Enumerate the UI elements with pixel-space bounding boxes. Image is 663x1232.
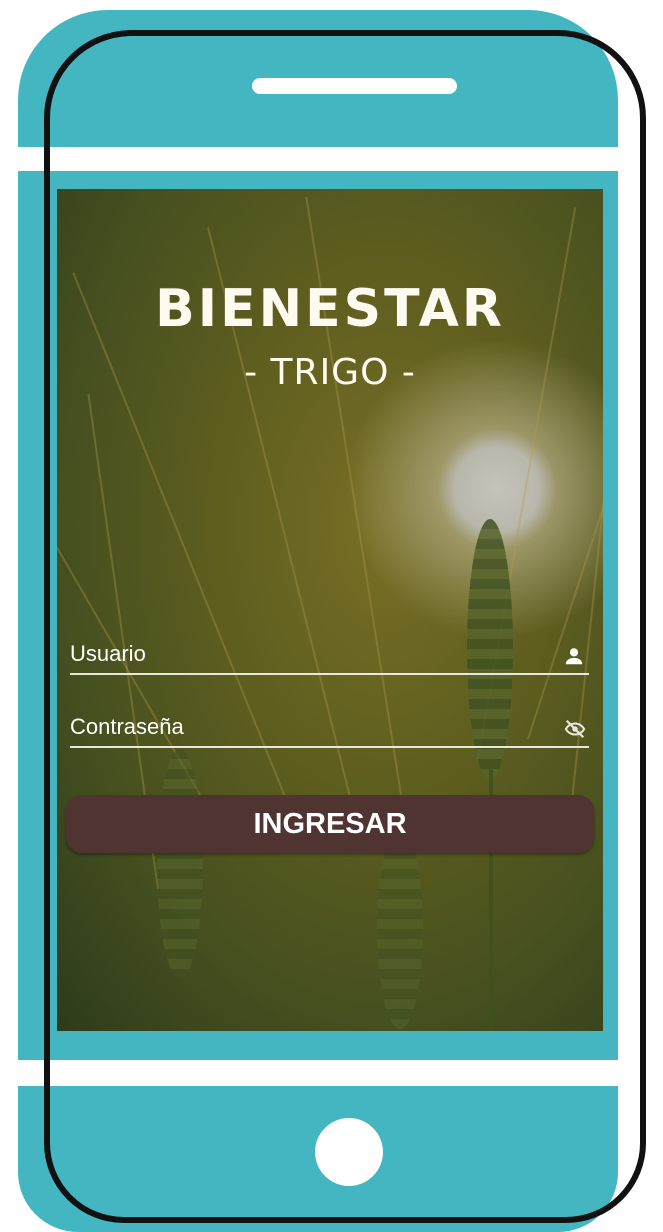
app-screen: BIENESTAR - TRIGO - Usuario Contraseña I… — [57, 189, 603, 1031]
login-button[interactable]: INGRESAR — [66, 795, 594, 853]
password-field[interactable]: Contraseña — [70, 712, 589, 748]
person-icon — [563, 645, 585, 667]
username-label: Usuario — [70, 641, 146, 666]
password-label: Contraseña — [70, 714, 184, 739]
phone-home-button — [315, 1118, 383, 1186]
phone-top-divider — [18, 147, 618, 171]
app-brand-title: BIENESTAR — [155, 279, 505, 339]
app-subtitle: - TRIGO - — [244, 352, 416, 393]
phone-speaker — [252, 78, 457, 94]
username-field[interactable]: Usuario — [70, 639, 589, 675]
phone-bottom-divider — [18, 1060, 618, 1086]
eye-off-icon[interactable] — [563, 718, 586, 740]
